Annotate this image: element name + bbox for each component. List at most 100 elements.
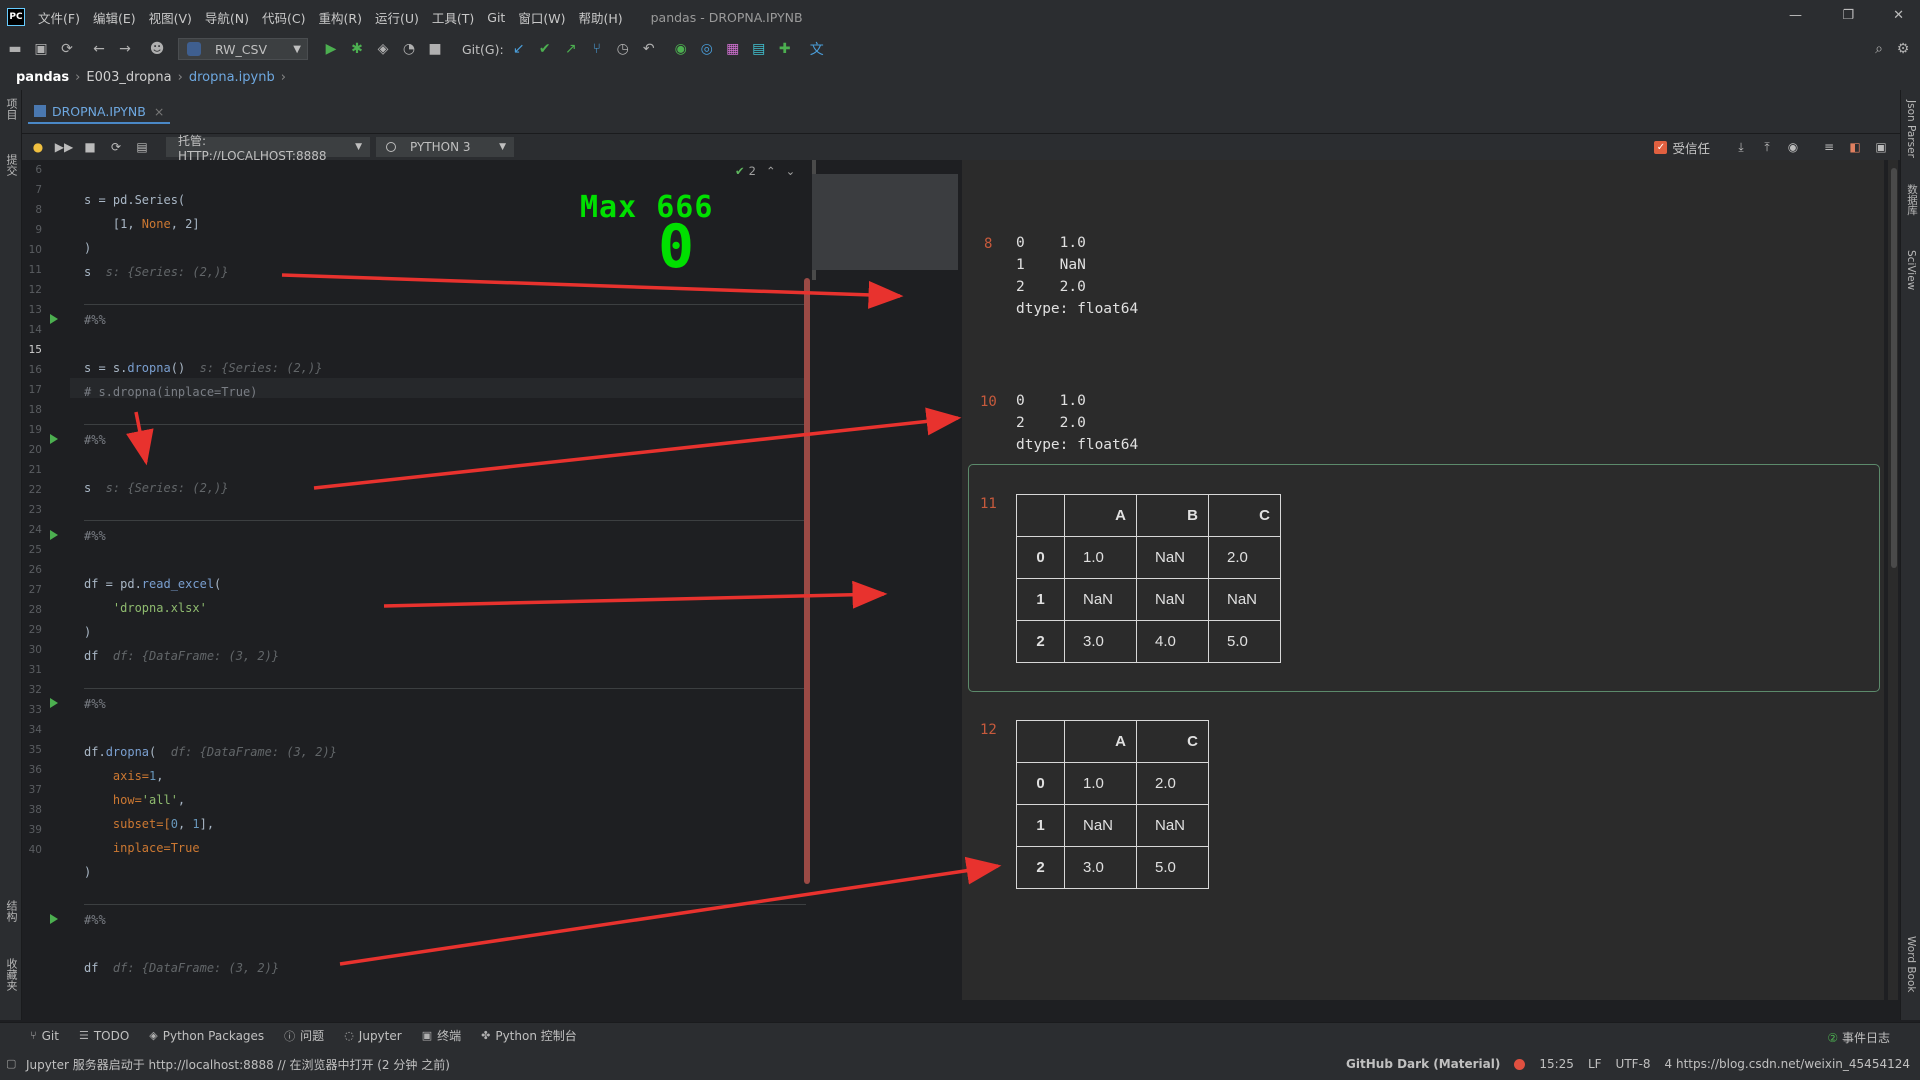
- editor-only-icon[interactable]: ≡: [1820, 138, 1838, 156]
- move-cell-down-icon[interactable]: ⤓: [1732, 138, 1750, 156]
- caret-position[interactable]: 15:25: [1539, 1057, 1574, 1071]
- sciview-tool-tab[interactable]: SciView: [1905, 250, 1917, 290]
- code-editor[interactable]: 6 7 8 9 10 11 12 13 14 15 16 17 18 19 20…: [22, 160, 962, 1000]
- menu-view[interactable]: 视图(V): [149, 8, 192, 27]
- tab-jupyter[interactable]: ◌ Jupyter: [344, 1029, 402, 1043]
- chevron-up-icon[interactable]: ⌃: [766, 164, 776, 178]
- menu-navigate[interactable]: 导航(N): [205, 8, 249, 27]
- editor-scroll-indicator[interactable]: [804, 278, 810, 884]
- inspection-widget[interactable]: ✔ 2 ⌃ ⌄: [735, 164, 795, 178]
- run-cell-icon[interactable]: [50, 434, 58, 444]
- database-tool-tab[interactable]: 数据库: [1905, 184, 1920, 216]
- back-icon[interactable]: ←: [88, 38, 110, 60]
- tab-todo[interactable]: ☰ TODO: [79, 1029, 129, 1043]
- table-header: [1016, 494, 1065, 537]
- menu-refactor[interactable]: 重构(R): [319, 8, 362, 27]
- menu-run[interactable]: 运行(U): [375, 8, 419, 27]
- run-cell-icon[interactable]: [50, 530, 58, 540]
- run-cell-icon[interactable]: [50, 314, 58, 324]
- sync-icon[interactable]: ⟳: [56, 38, 78, 60]
- coverage-icon[interactable]: ◈: [372, 38, 394, 60]
- git-push-icon[interactable]: ↗: [560, 38, 582, 60]
- commit-tool-tab[interactable]: 提交: [3, 154, 19, 176]
- project-tool-tab[interactable]: 项目: [3, 98, 19, 120]
- menu-help[interactable]: 帮助(H): [578, 8, 622, 27]
- event-log-tab[interactable]: ② 事件日志: [1827, 1029, 1890, 1046]
- menu-file[interactable]: 文件(F): [38, 8, 80, 27]
- status-message[interactable]: Jupyter 服务器启动于 http://localhost:8888 // …: [26, 1056, 450, 1073]
- scrollbar-thumb[interactable]: [1891, 168, 1897, 568]
- layout-toggle-icon[interactable]: ▢: [6, 1057, 16, 1070]
- run-all-icon[interactable]: ▶▶: [54, 137, 74, 157]
- menu-window[interactable]: 窗口(W): [518, 8, 565, 27]
- breadcrumb-file[interactable]: dropna.ipynb: [189, 70, 275, 85]
- settings-gear-icon[interactable]: ⚙: [1892, 38, 1914, 60]
- restart-kernel-icon[interactable]: ⟳: [106, 137, 126, 157]
- profile-icon[interactable]: ◔: [398, 38, 420, 60]
- tab-python-packages[interactable]: ◈ Python Packages: [149, 1029, 264, 1043]
- json-parser-tool-tab[interactable]: Json Parser: [1905, 100, 1917, 158]
- structure-tool-tab[interactable]: 结构: [3, 900, 19, 922]
- split-view-icon[interactable]: ◧: [1846, 138, 1864, 156]
- run-icon[interactable]: ▶: [320, 38, 342, 60]
- minimize-icon[interactable]: —: [1789, 8, 1802, 23]
- tab-git[interactable]: ⑂ Git: [30, 1029, 59, 1043]
- breadcrumb-project[interactable]: pandas: [16, 70, 69, 85]
- rollback-icon[interactable]: ↶: [638, 38, 660, 60]
- move-cell-up-icon[interactable]: ⤒: [1758, 138, 1776, 156]
- file-encoding[interactable]: UTF-8: [1616, 1057, 1651, 1071]
- device-icon[interactable]: ▤: [748, 38, 770, 60]
- debug-icon[interactable]: ✱: [346, 38, 368, 60]
- inspect-icon[interactable]: ◎: [696, 38, 718, 60]
- tab-problems[interactable]: ⓘ 问题: [284, 1027, 324, 1044]
- menu-edit[interactable]: 编辑(E): [93, 8, 136, 27]
- stop-icon[interactable]: ■: [424, 38, 446, 60]
- plugin-grid-icon[interactable]: ▦: [722, 38, 744, 60]
- lightbulb-icon[interactable]: ●: [28, 137, 48, 157]
- close-tab-icon[interactable]: ×: [154, 104, 164, 119]
- save-icon[interactable]: ▣: [30, 38, 52, 60]
- translate-icon[interactable]: 文: [806, 38, 828, 60]
- menu-code[interactable]: 代码(C): [262, 8, 305, 27]
- search-icon[interactable]: ⌕: [1868, 38, 1890, 60]
- run-config-select[interactable]: RW_CSV ▼: [178, 38, 308, 60]
- git-commit-icon[interactable]: ✔: [534, 38, 556, 60]
- code-minimap[interactable]: [812, 174, 958, 270]
- git-branch-icon[interactable]: ⑂: [586, 38, 608, 60]
- output-scrollbar[interactable]: [1888, 160, 1898, 1000]
- table-header: B: [1136, 494, 1209, 537]
- open-folder-icon[interactable]: ▬: [4, 38, 26, 60]
- menu-tools[interactable]: 工具(T): [432, 8, 474, 27]
- forward-icon[interactable]: →: [114, 38, 136, 60]
- inline-variable-hint: s: {Series: (2,)}: [91, 265, 229, 279]
- preview-eye-icon[interactable]: ◉: [1784, 138, 1802, 156]
- variables-icon[interactable]: ▤: [132, 137, 152, 157]
- trusted-toggle[interactable]: ✓ 受信任: [1654, 138, 1710, 157]
- favorites-tool-tab[interactable]: 收藏夹: [3, 958, 19, 991]
- plugin-puzzle-icon[interactable]: ✚: [774, 38, 796, 60]
- kernel-select[interactable]: PYTHON 3 ▼: [376, 137, 514, 157]
- git-update-icon[interactable]: ↙: [508, 38, 530, 60]
- breadcrumb-folder[interactable]: E003_dropna: [86, 70, 171, 85]
- preview-only-icon[interactable]: ▣: [1872, 138, 1890, 156]
- run-cell-icon[interactable]: [50, 914, 58, 924]
- line-separator[interactable]: LF: [1588, 1057, 1602, 1071]
- word-book-tool-tab[interactable]: Word Book: [1905, 936, 1917, 992]
- tab-terminal[interactable]: ▣ 终端: [422, 1027, 461, 1044]
- chevron-down-icon[interactable]: ⌄: [786, 164, 796, 178]
- close-window-icon[interactable]: ✕: [1893, 8, 1904, 23]
- dataframe-table: A B C 0 1.0 NaN 2.0 1 NaN NaN NaN 2 3.0 …: [1016, 494, 1281, 663]
- menu-git[interactable]: Git: [487, 10, 505, 25]
- interrupt-kernel-icon[interactable]: ■: [80, 137, 100, 157]
- table-cell: 3.0: [1064, 846, 1137, 889]
- theme-name[interactable]: GitHub Dark (Material): [1346, 1057, 1500, 1071]
- tab-dropna-ipynb[interactable]: DROPNA.IPYNB ×: [28, 100, 171, 124]
- restore-icon[interactable]: ❐: [1842, 8, 1854, 23]
- history-icon[interactable]: ◷: [612, 38, 634, 60]
- user-icon[interactable]: ☻: [146, 38, 168, 60]
- run-cell-icon[interactable]: [50, 698, 58, 708]
- tab-python-console[interactable]: ✤ Python 控制台: [481, 1027, 577, 1044]
- line-number: 31: [28, 664, 42, 676]
- jupyter-server-select[interactable]: 托管: HTTP://LOCALHOST:8888 ▼: [166, 134, 370, 163]
- search-everywhere-icon[interactable]: ◉: [670, 38, 692, 60]
